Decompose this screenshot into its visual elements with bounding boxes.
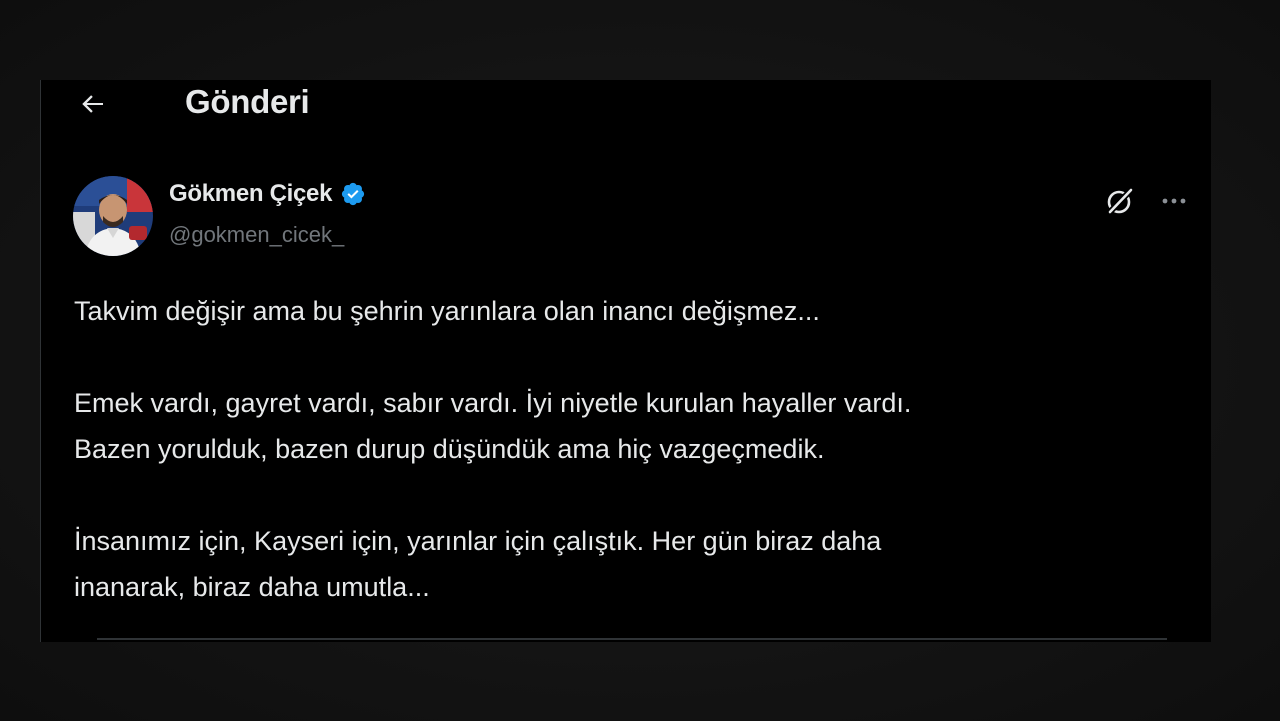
page-title: Gönderi: [185, 83, 310, 120]
back-button[interactable]: [75, 86, 111, 122]
post-text-line: Bazen yorulduk, bazen durup düşündük ama…: [74, 434, 825, 464]
grok-icon: [1106, 187, 1134, 216]
post-paragraph: Emek vardı, gayret vardı, sabır vardı. İ…: [74, 380, 1184, 472]
post-paragraph: İnsanımız için, Kayseri için, yarınlar i…: [74, 518, 1184, 610]
post-detail-panel: Gönderi Gökmen Çiçek @gokmen_cicek_ Takv…: [40, 80, 1211, 642]
author-name-row: Gökmen Çiçek: [169, 180, 366, 208]
avatar-image: [73, 176, 153, 256]
more-horizontal-icon: [1162, 198, 1186, 204]
post-text-line: inanarak, biraz daha umutla...: [74, 572, 430, 602]
author-name[interactable]: Gökmen Çiçek: [169, 180, 332, 208]
post-paragraph: Takvim değişir ama bu şehrin yarınlara o…: [74, 288, 1184, 334]
post-text: Takvim değişir ama bu şehrin yarınlara o…: [74, 288, 1184, 610]
post-text-line: Emek vardı, gayret vardı, sabır vardı. İ…: [74, 388, 912, 418]
post-text-line: İnsanımız için, Kayseri için, yarınlar i…: [74, 526, 882, 556]
post-header: Gönderi: [41, 80, 1211, 126]
verified-badge-icon: [340, 181, 366, 207]
arrow-left-icon: [82, 95, 103, 113]
more-options-button[interactable]: [1155, 182, 1193, 220]
author-handle[interactable]: @gokmen_cicek_: [169, 222, 344, 248]
grok-button[interactable]: [1101, 182, 1139, 220]
avatar[interactable]: [73, 176, 153, 256]
post-text-line: Takvim değişir ama bu şehrin yarınlara o…: [74, 296, 820, 326]
post-divider: [97, 638, 1167, 640]
